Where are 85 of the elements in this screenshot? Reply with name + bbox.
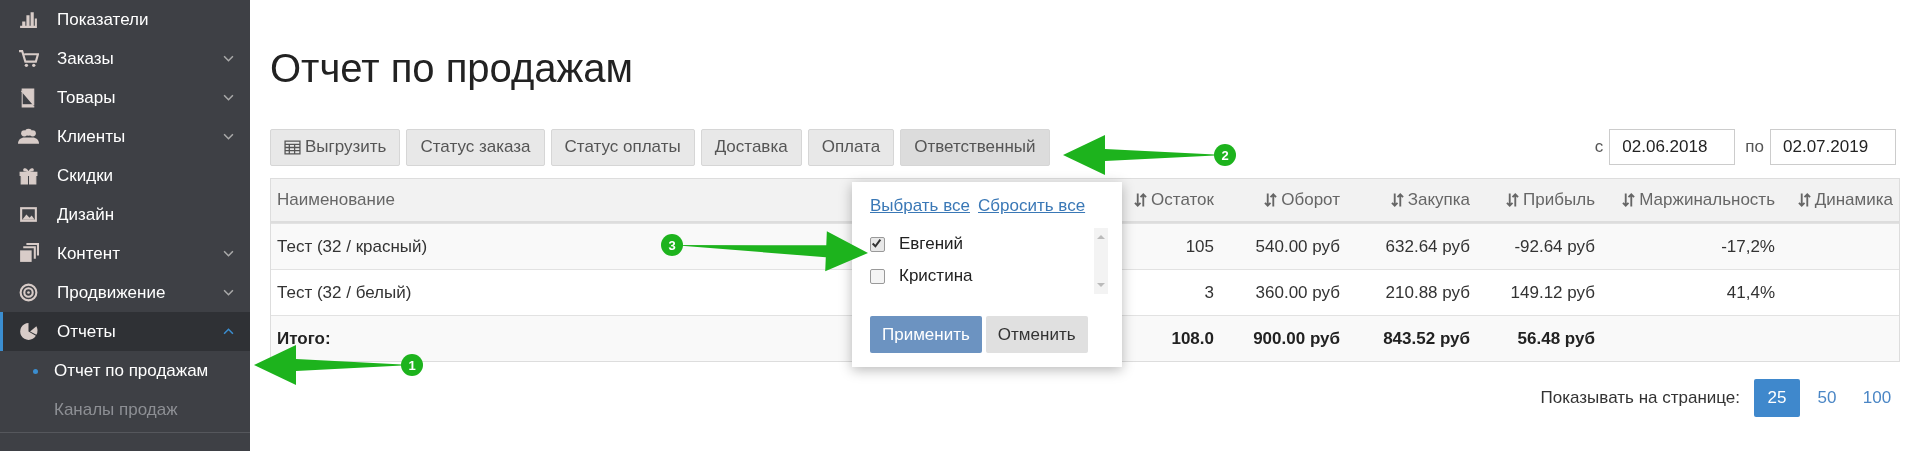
chevron-icon — [223, 55, 234, 62]
stack-icon — [18, 243, 39, 264]
step-badge: 2 — [1214, 144, 1236, 166]
chevron-icon — [223, 94, 234, 101]
cart-icon — [18, 48, 39, 69]
picture-icon — [18, 204, 39, 225]
step-badge: 1 — [401, 354, 423, 376]
select-all-link[interactable]: Выбрать все — [870, 196, 970, 216]
sort-icon — [1134, 192, 1148, 208]
table-cell: Тест (32 / красный) — [277, 236, 428, 257]
option-label: Кристина — [899, 266, 973, 286]
page-size-option[interactable]: 100 — [1854, 379, 1900, 417]
pie-chart-icon — [18, 321, 39, 342]
chevron-icon — [223, 289, 234, 296]
table-cell: 360.00 руб — [1255, 282, 1340, 303]
cancel-button[interactable]: Отменить — [985, 316, 1088, 353]
chevron-icon — [223, 250, 234, 257]
total-cell: 843.52 руб — [1383, 328, 1470, 349]
chevron-icon — [223, 328, 234, 335]
sidebar-item[interactable]: Показатели — [0, 0, 250, 39]
filter-button[interactable]: Доставка — [700, 128, 802, 166]
sort-icon — [1264, 192, 1278, 208]
date-from-field[interactable]: 02.06.2018 — [1609, 129, 1736, 165]
total-cell: 108.0 — [1171, 328, 1214, 349]
total-cell: Итого: — [277, 328, 331, 349]
target-icon — [18, 282, 39, 303]
bar-chart-icon — [18, 9, 39, 30]
chevron-icon — [223, 133, 234, 140]
apply-button[interactable]: Применить — [870, 316, 982, 353]
sort-icon — [1622, 192, 1636, 208]
page-size-label: Показывать на странице: — [1540, 388, 1740, 408]
table-cell: 149.12 руб — [1510, 282, 1595, 303]
column-header[interactable]: Динамика — [1781, 179, 1899, 221]
page-size-option[interactable]: 50 — [1804, 379, 1850, 417]
checkbox[interactable] — [870, 236, 885, 252]
table-icon — [284, 139, 301, 155]
sidebar-item[interactable]: Клиенты — [0, 117, 250, 156]
total-cell: 900.00 руб — [1253, 328, 1340, 349]
checkbox[interactable] — [870, 268, 885, 284]
total-cell: 56.48 руб — [1517, 328, 1595, 349]
column-header[interactable]: Маржинальность — [1601, 179, 1781, 221]
step-badge: 3 — [661, 234, 683, 256]
page-size-option[interactable]: 25 — [1754, 379, 1800, 417]
sidebar-item[interactable]: Заказы — [0, 39, 250, 78]
scroll-down-icon[interactable] — [1097, 283, 1105, 288]
table-cell: 632.64 руб — [1385, 236, 1470, 257]
sidebar-subitem[interactable]: Отчет по продажам — [0, 351, 250, 390]
column-header[interactable]: Остаток — [1090, 179, 1220, 221]
people-icon — [18, 126, 39, 147]
sidebar-item[interactable]: Отчеты — [0, 312, 250, 351]
date-from-label: с — [1594, 137, 1604, 157]
table-cell: -92.64 руб — [1514, 236, 1595, 257]
sidebar-item[interactable]: Продвижение — [0, 273, 250, 312]
scrollbar[interactable] — [1094, 228, 1108, 294]
date-to-label: по — [1745, 137, 1764, 157]
filter-button[interactable]: Оплата — [807, 128, 895, 166]
table-cell: 105 — [1185, 236, 1214, 257]
filter-button[interactable]: Статус оплаты — [550, 128, 695, 166]
sidebar-item[interactable]: Дизайн — [0, 195, 250, 234]
column-header[interactable]: Прибыль — [1476, 179, 1601, 221]
page-title: Отчет по продажам — [270, 45, 634, 92]
table-cell: 41,4% — [1726, 282, 1775, 303]
sidebar-item[interactable]: Скидки — [0, 156, 250, 195]
table-cell: Тест (32 / белый) — [277, 282, 412, 303]
column-header[interactable]: Закупка — [1346, 179, 1476, 221]
column-header[interactable]: Оборот — [1220, 179, 1346, 221]
scroll-up-icon[interactable] — [1097, 234, 1105, 239]
table-cell: -17,2% — [1721, 236, 1775, 257]
bullet-icon — [33, 369, 38, 374]
sidebar-item[interactable]: Товары — [0, 78, 250, 117]
gift-icon — [18, 165, 39, 186]
reset-all-link[interactable]: Сбросить все — [978, 196, 1086, 216]
export-button[interactable]: Выгрузить — [270, 128, 401, 166]
filter-button[interactable]: Статус заказа — [406, 128, 545, 166]
option-label: Евгений — [899, 234, 964, 254]
sidebar-subitem[interactable]: Каналы продаж — [0, 390, 250, 429]
sort-icon — [1797, 192, 1811, 208]
sort-icon — [1506, 192, 1520, 208]
date-to-field[interactable]: 02.07.2019 — [1770, 129, 1896, 165]
table-cell: 540.00 руб — [1255, 236, 1340, 257]
sort-icon — [1390, 192, 1404, 208]
filter-button[interactable]: Ответственный — [900, 128, 1050, 166]
table-cell: 3 — [1204, 282, 1214, 303]
table-cell: 210.88 руб — [1385, 282, 1470, 303]
sidebar-item[interactable]: Контент — [0, 234, 250, 273]
